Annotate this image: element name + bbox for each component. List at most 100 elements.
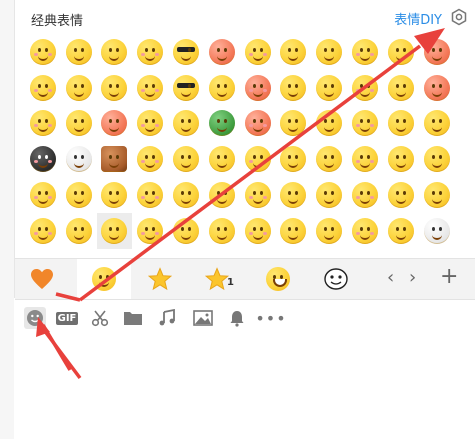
emoji-cell[interactable] [132, 213, 168, 249]
emoji-cell[interactable] [240, 177, 276, 213]
emoji-face-icon [387, 217, 414, 244]
emoji-face-icon [352, 38, 379, 65]
emoji-cell[interactable] [311, 70, 347, 106]
emoji-cell[interactable] [240, 106, 276, 142]
emoji-cell[interactable] [25, 213, 61, 249]
emoji-cell[interactable] [276, 177, 312, 213]
emoji-cell[interactable] [419, 106, 455, 142]
emoji-cell[interactable] [240, 141, 276, 177]
music-button[interactable] [156, 307, 178, 329]
emoji-cell[interactable] [347, 34, 383, 70]
more-button[interactable]: ••• [255, 307, 286, 329]
emoji-cell[interactable] [168, 34, 204, 70]
emoji-cell[interactable] [383, 213, 419, 249]
category-heart[interactable] [15, 259, 69, 299]
notify-button[interactable] [226, 307, 248, 329]
emoji-cell[interactable] [132, 141, 168, 177]
emoji-face-icon [352, 146, 379, 173]
emoji-cell[interactable] [383, 70, 419, 106]
emoji-cell[interactable] [419, 213, 455, 249]
emoji-face-icon [173, 182, 200, 209]
emoji-cell[interactable] [96, 212, 133, 249]
add-emoji-button[interactable]: + [440, 264, 458, 289]
emoji-cell[interactable] [311, 213, 347, 249]
chat-window: 经典表情 表情DIY 1 ‹ › + GIF ••• [0, 0, 475, 439]
emoji-cell[interactable] [61, 70, 97, 106]
emoji-face-icon [65, 74, 92, 101]
emoji-cell[interactable] [383, 177, 419, 213]
emoji-cell[interactable] [204, 106, 240, 142]
emoji-cell[interactable] [311, 141, 347, 177]
emoji-cell[interactable] [383, 34, 419, 70]
emoji-cell[interactable] [347, 106, 383, 142]
emoji-cell[interactable] [204, 141, 240, 177]
emoji-cell[interactable] [61, 177, 97, 213]
emoji-cell[interactable] [347, 70, 383, 106]
emoji-cell[interactable] [132, 34, 168, 70]
emoji-cell[interactable] [25, 106, 61, 142]
emoji-cell[interactable] [347, 141, 383, 177]
emoji-cell[interactable] [132, 177, 168, 213]
emoji-cell[interactable] [61, 213, 97, 249]
category-star-1[interactable]: 1 [193, 259, 247, 299]
image-button[interactable] [192, 307, 214, 329]
settings-hex-icon[interactable] [450, 8, 468, 26]
emoji-cell[interactable] [61, 34, 97, 70]
category-grin[interactable] [251, 259, 305, 299]
emoji-cell[interactable] [204, 70, 240, 106]
gif-button[interactable]: GIF [55, 307, 79, 329]
emoji-toolbar-button[interactable] [24, 307, 46, 329]
emoji-cell[interactable] [168, 177, 204, 213]
emoji-cell[interactable] [204, 213, 240, 249]
file-button[interactable] [122, 307, 144, 329]
screenshot-button[interactable] [89, 307, 111, 329]
emoji-diy-link[interactable]: 表情DIY [394, 9, 442, 28]
message-input[interactable] [14, 334, 475, 439]
emoji-cell[interactable] [240, 34, 276, 70]
category-next-button[interactable]: › [409, 267, 416, 288]
emoji-cell[interactable] [61, 106, 97, 142]
emoji-cell[interactable] [276, 141, 312, 177]
emoji-cell[interactable] [419, 141, 455, 177]
emoji-cell[interactable] [311, 106, 347, 142]
emoji-cell[interactable] [276, 70, 312, 106]
emoji-cell[interactable] [347, 213, 383, 249]
emoji-cell[interactable] [25, 70, 61, 106]
emoji-cell[interactable] [204, 34, 240, 70]
emoji-cell[interactable] [97, 141, 133, 177]
emoji-cell[interactable] [132, 70, 168, 106]
emoji-cell[interactable] [419, 70, 455, 106]
emoji-cell[interactable] [97, 177, 133, 213]
emoji-cell[interactable] [132, 106, 168, 142]
emoji-cell[interactable] [97, 70, 133, 106]
emoji-cell[interactable] [276, 213, 312, 249]
emoji-cell[interactable] [168, 213, 204, 249]
emoji-cell[interactable] [240, 70, 276, 106]
emoji-cell[interactable] [240, 213, 276, 249]
emoji-face-icon [387, 38, 414, 65]
emoji-cell[interactable] [25, 141, 61, 177]
emoji-cell[interactable] [419, 34, 455, 70]
emoji-cell[interactable] [204, 177, 240, 213]
emoji-cell[interactable] [168, 70, 204, 106]
emoji-cell[interactable] [347, 177, 383, 213]
emoji-cell[interactable] [97, 34, 133, 70]
category-classic[interactable] [77, 259, 131, 299]
emoji-face-icon [352, 182, 379, 209]
emoji-cell[interactable] [383, 141, 419, 177]
emoji-cell[interactable] [276, 34, 312, 70]
emoji-cell[interactable] [168, 141, 204, 177]
category-prev-button[interactable]: ‹ [387, 267, 394, 288]
category-star[interactable] [133, 259, 187, 299]
emoji-cell[interactable] [383, 106, 419, 142]
emoji-cell[interactable] [311, 177, 347, 213]
emoji-cell[interactable] [276, 106, 312, 142]
emoji-cell[interactable] [25, 34, 61, 70]
emoji-cell[interactable] [61, 141, 97, 177]
emoji-cell[interactable] [25, 177, 61, 213]
emoji-cell[interactable] [97, 106, 133, 142]
emoji-cell[interactable] [419, 177, 455, 213]
category-ghost[interactable] [309, 259, 363, 299]
emoji-cell[interactable] [168, 106, 204, 142]
emoji-cell[interactable] [311, 34, 347, 70]
